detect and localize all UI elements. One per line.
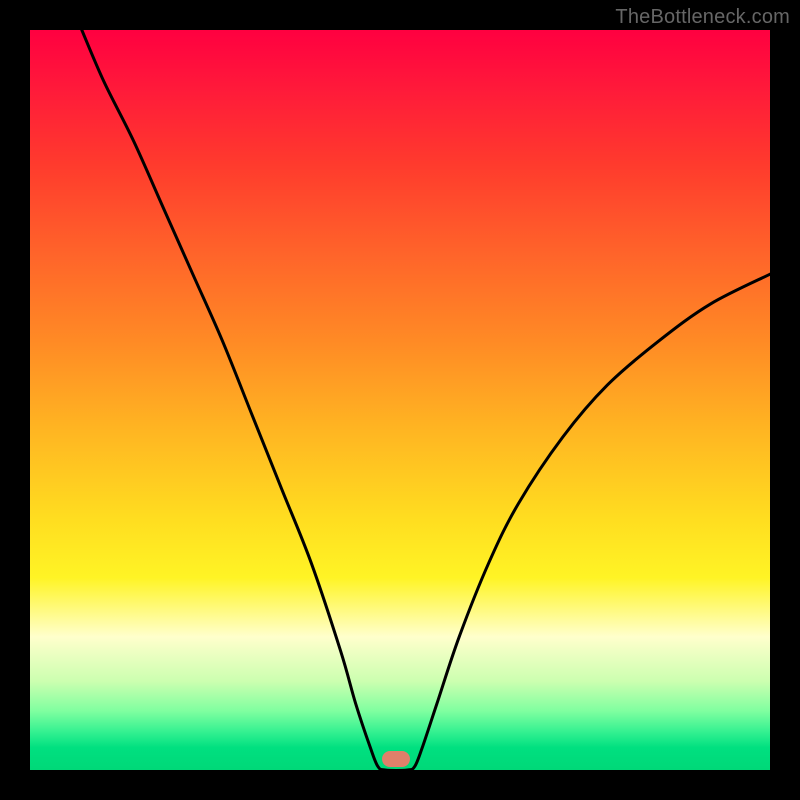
bottleneck-curve	[30, 30, 770, 770]
plot-area	[30, 30, 770, 770]
chart-stage: TheBottleneck.com	[0, 0, 800, 800]
watermark-text: TheBottleneck.com	[615, 6, 790, 29]
optimal-marker	[382, 751, 410, 767]
